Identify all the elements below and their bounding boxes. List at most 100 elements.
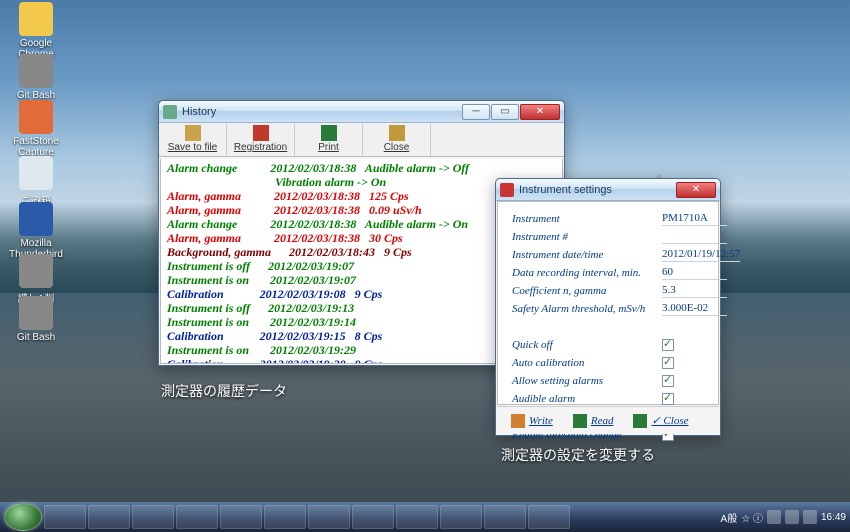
field-value[interactable] — [662, 230, 727, 244]
system-tray[interactable]: A般 ☆ ⓘ 16:49 — [721, 510, 846, 525]
settings-field: Data recording interval, min.60 — [512, 264, 704, 282]
desktop-icon[interactable]: Git Bash — [6, 54, 66, 101]
icon-label: Git Bash — [6, 332, 66, 343]
tray-icon[interactable] — [767, 510, 781, 524]
taskbar-item[interactable] — [132, 505, 174, 529]
app-icon — [19, 296, 53, 330]
tray-icon[interactable] — [785, 510, 799, 524]
app-icon — [19, 100, 53, 134]
field-value[interactable]: 5.3 — [662, 284, 727, 298]
close-button[interactable]: ✕ — [676, 182, 716, 198]
history-title: History — [182, 106, 216, 118]
checkbox-label: Quick off — [512, 339, 662, 351]
field-value[interactable]: 3.000E-02 — [662, 302, 727, 316]
toolbar-icon — [185, 125, 201, 141]
footer-icon — [633, 414, 647, 428]
instrument-title: Instrument settings — [519, 184, 612, 196]
field-value[interactable]: PM1710A — [662, 212, 727, 226]
settings-field: Safety Alarm threshold, mSv/h3.000E-02 — [512, 300, 704, 318]
field-value[interactable]: 2012/01/19/12:57 — [662, 248, 740, 262]
footer-label: Read — [591, 415, 614, 427]
checkbox[interactable] — [662, 393, 674, 405]
toolbar-icon — [253, 125, 269, 141]
app-icon — [19, 2, 53, 36]
settings-checkbox-row: Allow setting alarms — [512, 372, 704, 390]
settings-field: Coefficient n, gamma5.3 — [512, 282, 704, 300]
toolbar-button[interactable]: Registration — [227, 123, 295, 156]
taskbar-item[interactable] — [44, 505, 86, 529]
toolbar-icon — [321, 125, 337, 141]
toolbar-icon — [389, 125, 405, 141]
close-button[interactable]: ✕ — [520, 104, 560, 120]
settings-field: Instrument date/time2012/01/19/12:57 — [512, 246, 704, 264]
start-button[interactable] — [4, 503, 42, 531]
field-label: Data recording interval, min. — [512, 267, 662, 279]
checkbox[interactable] — [662, 375, 674, 387]
app-icon — [19, 54, 53, 88]
desktop-icon[interactable]: Git Bash — [6, 296, 66, 343]
history-toolbar: Save to file Registration Print Close — [159, 123, 564, 157]
checkbox[interactable] — [662, 357, 674, 369]
instrument-window-icon — [500, 183, 514, 197]
checkbox-label: Audible alarm — [512, 393, 662, 405]
toolbar-label: Close — [369, 142, 424, 153]
history-titlebar[interactable]: History ─ ▭ ✕ — [159, 101, 564, 123]
footer-button[interactable]: Write — [511, 414, 553, 428]
desktop-icon[interactable]: ごみ箱 — [6, 156, 66, 207]
taskbar-item[interactable] — [396, 505, 438, 529]
taskbar[interactable]: A般 ☆ ⓘ 16:49 — [0, 502, 850, 532]
footer-icon — [511, 414, 525, 428]
checkbox-label: Allow setting alarms — [512, 375, 662, 387]
checkbox[interactable] — [662, 339, 674, 351]
instrument-settings-window: Instrument settings ✕ InstrumentPM1710AI… — [495, 178, 721, 436]
field-value[interactable]: 60 — [662, 266, 727, 280]
field-label: Instrument # — [512, 231, 662, 243]
icon-label: FastStone Capture — [6, 136, 66, 158]
taskbar-item[interactable] — [484, 505, 526, 529]
app-icon — [19, 202, 53, 236]
clock[interactable]: 16:49 — [821, 512, 846, 523]
taskbar-item[interactable] — [352, 505, 394, 529]
tray-extra[interactable]: ☆ ⓘ — [741, 510, 763, 525]
toolbar-button[interactable]: Print — [295, 123, 363, 156]
footer-icon — [573, 414, 587, 428]
footer-button[interactable]: ✓ Close — [633, 414, 688, 428]
field-label: Instrument — [512, 213, 662, 225]
instrument-footer: Write Read ✓ Close — [497, 406, 719, 434]
instrument-form: InstrumentPM1710A Instrument # Instrument … — [497, 201, 719, 405]
maximize-button[interactable]: ▭ — [491, 104, 519, 120]
desktop-icon[interactable]: Google Chrome — [6, 2, 66, 60]
desktop-icon[interactable]: FastStone Capture — [6, 100, 66, 158]
instrument-titlebar[interactable]: Instrument settings ✕ — [496, 179, 720, 201]
app-icon — [19, 254, 53, 288]
checkbox-label: Auto calibration — [512, 357, 662, 369]
field-label: Safety Alarm threshold, mSv/h — [512, 303, 662, 315]
settings-field: InstrumentPM1710A — [512, 210, 704, 228]
minimize-button[interactable]: ─ — [462, 104, 490, 120]
ime-indicator[interactable]: A般 — [721, 510, 738, 525]
taskbar-item[interactable] — [176, 505, 218, 529]
field-label: Coefficient n, gamma — [512, 285, 662, 297]
app-icon — [19, 156, 53, 190]
tray-icon[interactable] — [803, 510, 817, 524]
toolbar-label: Registration — [233, 142, 288, 153]
footer-label: ✓ Close — [651, 414, 688, 427]
taskbar-item[interactable] — [220, 505, 262, 529]
taskbar-item[interactable] — [440, 505, 482, 529]
desktop-icon[interactable]: Mozilla Thunderbird — [6, 202, 66, 260]
settings-checkbox-row: Auto calibration — [512, 354, 704, 372]
taskbar-item[interactable] — [308, 505, 350, 529]
toolbar-button[interactable]: Save to file — [159, 123, 227, 156]
log-row: Alarm change 2012/02/03/18:38 Audible al… — [167, 161, 556, 175]
toolbar-label: Save to file — [165, 142, 220, 153]
taskbar-item[interactable] — [88, 505, 130, 529]
annotation-settings: 測定器の設定を変更する — [501, 445, 655, 465]
taskbar-item[interactable] — [528, 505, 570, 529]
taskbar-item[interactable] — [264, 505, 306, 529]
footer-button[interactable]: Read — [573, 414, 614, 428]
settings-checkbox-row: Quick off — [512, 336, 704, 354]
settings-field: Instrument # — [512, 228, 704, 246]
toolbar-button[interactable]: Close — [363, 123, 431, 156]
footer-label: Write — [529, 415, 553, 427]
annotation-history: 測定器の履歴データ — [161, 381, 287, 401]
